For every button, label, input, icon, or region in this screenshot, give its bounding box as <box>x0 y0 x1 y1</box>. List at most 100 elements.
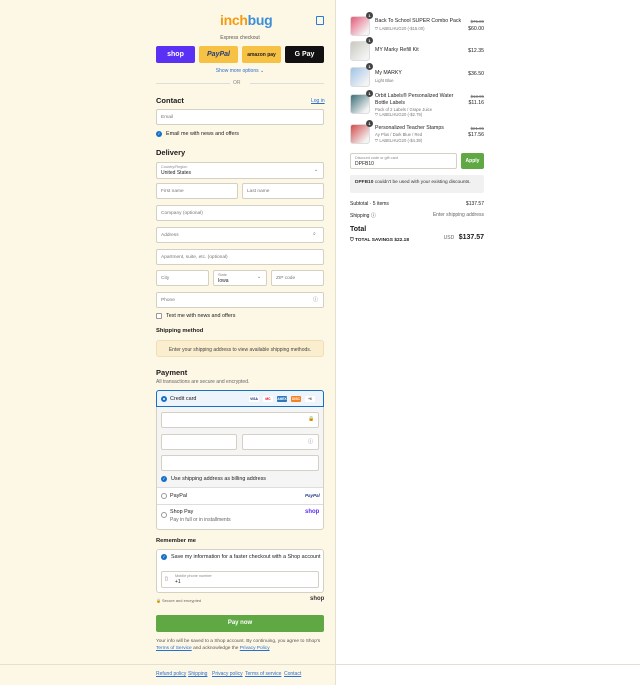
email-news-label: Email me with news and offers <box>166 131 240 137</box>
city-field[interactable]: City <box>156 270 209 286</box>
product-thumbnail-2 <box>350 41 370 61</box>
product-thumbnail-3 <box>350 67 370 87</box>
credit-card-radio[interactable] <box>161 396 167 402</box>
shipping-value: Enter shipping address <box>432 212 484 218</box>
billing-same-label: Use shipping address as billing address <box>171 476 266 482</box>
or-divider-text: OR <box>233 80 241 86</box>
first-name-field[interactable]: First name <box>156 183 238 199</box>
credit-card-label: Credit card <box>170 396 197 402</box>
shipping-label-text: Shipping <box>350 213 370 219</box>
name-on-card-field[interactable] <box>161 455 319 471</box>
paypal-radio[interactable] <box>161 493 167 499</box>
product-discount-1-text: LABELHUG20 (-$15.00) <box>379 26 425 31</box>
pay-now-button[interactable]: Pay now <box>156 615 324 632</box>
product-thumbnail-5 <box>350 124 370 144</box>
last-name-field[interactable]: Last name <box>242 183 324 199</box>
apartment-field[interactable]: Apartment, suite, etc. (optional) <box>156 249 324 265</box>
card-number-field[interactable] <box>161 412 319 428</box>
product-discount-1: ⛉ LABELHUG20 (-$15.00) <box>375 26 425 31</box>
state-value: Iowa <box>218 278 229 284</box>
email-news-checkbox[interactable]: ✓ <box>156 131 162 137</box>
product-name-2: MY Marky Refill Kit <box>375 47 419 53</box>
payment-subtitle: All transactions are secure and encrypte… <box>156 379 250 385</box>
discount-code-value: DPFB10 <box>355 161 374 167</box>
chevron-down-icon: ⌄ <box>314 167 319 173</box>
qty-badge-2: 1 <box>366 37 373 44</box>
shopping-bag-icon[interactable] <box>316 16 324 25</box>
log-in-link[interactable]: Log in <box>311 98 325 104</box>
lock-small-icon: 🔒 <box>156 598 161 603</box>
discount-error-message: DPFB10 couldn't be used with your existi… <box>350 175 484 193</box>
total-value-row: USD $137.57 <box>440 226 484 244</box>
footer-refund-policy[interactable]: Refund policy <box>156 671 186 677</box>
address-field[interactable]: Address <box>156 227 324 243</box>
phone-field[interactable]: Phone <box>156 292 324 308</box>
mobile-phone-icon: ▯ <box>165 576 168 582</box>
footer-shipping[interactable]: Shipping <box>188 671 207 677</box>
amex-icon: AMEX <box>277 396 287 402</box>
email-field[interactable]: Email <box>156 109 324 125</box>
subtotal-value: $137.57 <box>465 201 484 207</box>
payment-divider-2 <box>157 504 323 505</box>
terms-of-service-link[interactable]: Terms of Service <box>156 646 192 651</box>
mastercard-icon: MC <box>263 396 273 402</box>
shop-logo: shop <box>310 596 325 602</box>
shop-pay-subtitle: Pay in full or in installments <box>170 517 231 523</box>
total-savings-value: $22.18 <box>394 238 409 243</box>
product-price-5: $17.56 <box>468 132 484 138</box>
discount-code-field[interactable]: Discount code or gift card DPFB10 <box>350 153 457 169</box>
payment-divider <box>157 487 323 488</box>
shop-pay-logo: shop <box>305 509 320 515</box>
amazon-pay-button[interactable]: amazon pay <box>242 46 281 63</box>
save-info-checkbox[interactable]: ✓ <box>161 554 167 560</box>
brand-logo-part2: bug <box>247 12 273 28</box>
country-select[interactable]: Country/Region United States <box>156 162 324 179</box>
billing-same-checkbox[interactable]: ✓ <box>161 476 167 482</box>
paypal-button[interactable]: PayPal <box>199 46 238 63</box>
shop-pay-label[interactable]: Shop Pay <box>170 509 193 515</box>
total-value: $137.57 <box>458 234 484 241</box>
mobile-phone-label: Mobile phone number <box>175 574 212 578</box>
help-icon[interactable]: ⓘ <box>313 296 318 303</box>
product-discount-5-text: LABELHUG20 (-$4.39) <box>379 138 423 143</box>
payment-heading: Payment <box>156 368 188 377</box>
shop-pay-radio[interactable] <box>161 512 167 518</box>
company-field[interactable]: Company (optional) <box>156 205 324 221</box>
subtotal-label: Subtotal · 5 items <box>350 201 389 207</box>
product-thumbnail-4 <box>350 94 370 114</box>
security-code-help-icon[interactable]: ⓘ <box>308 438 313 445</box>
mobile-phone-field[interactable]: Mobile phone number +1 <box>161 571 319 588</box>
discount-error-code: DPFB10 <box>355 180 374 185</box>
or-divider-left <box>156 83 230 84</box>
product-old-price-5: $21.95 <box>470 126 484 131</box>
express-checkout-title: Express checkout <box>220 35 260 41</box>
contact-heading: Contact <box>156 96 184 105</box>
shipping-method-heading: Shipping method <box>156 328 204 334</box>
footer-contact[interactable]: Contact <box>284 671 301 677</box>
country-label: Country/Region <box>161 165 188 169</box>
lock-icon: 🔒 <box>308 416 315 422</box>
expiration-field[interactable] <box>161 434 237 450</box>
apply-discount-button[interactable]: Apply <box>461 153 484 169</box>
footer-terms-of-service[interactable]: Terms of service <box>245 671 281 677</box>
brand-logo-part1: inch <box>220 12 248 28</box>
privacy-policy-link[interactable]: Privacy Policy <box>240 646 270 651</box>
footer-privacy-policy[interactable]: Privacy policy <box>212 671 243 677</box>
shipping-help-icon[interactable]: ⓘ <box>371 213 376 219</box>
legal-text: Your info will be saved to a Shop accoun… <box>156 639 321 644</box>
text-news-checkbox[interactable] <box>156 313 162 319</box>
qty-badge-3: 1 <box>366 63 373 70</box>
paypal-label[interactable]: PayPal <box>170 493 187 499</box>
product-price-1: $60.00 <box>468 26 484 32</box>
secure-encrypted-text: Secure and encrypted <box>162 598 202 603</box>
qty-badge-5: 1 <box>366 120 373 127</box>
product-variant-3: Light Blue <box>375 78 394 83</box>
zip-field[interactable]: ZIP code <box>271 270 324 286</box>
product-old-price-1: $75.00 <box>470 19 484 24</box>
shop-pay-button[interactable]: shop <box>156 46 195 63</box>
brand-logo[interactable]: inchbug <box>220 12 273 28</box>
google-pay-button[interactable]: G Pay <box>285 46 324 63</box>
show-more-options-link[interactable]: Show more options ⌄ <box>156 68 324 74</box>
state-label: State <box>218 273 227 277</box>
product-price-3: $36.50 <box>468 71 484 77</box>
